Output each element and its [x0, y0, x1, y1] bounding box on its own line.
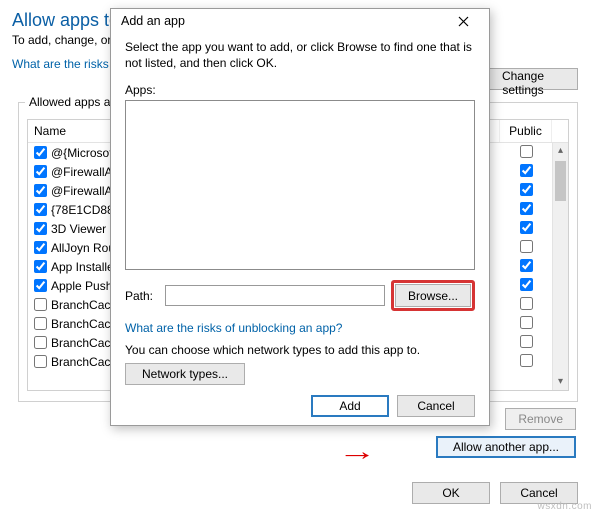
browse-button[interactable]: Browse...: [395, 284, 471, 307]
row-public-checkbox[interactable]: [520, 354, 533, 367]
row-enable-checkbox[interactable]: [34, 222, 47, 235]
row-enable-checkbox[interactable]: [34, 241, 47, 254]
row-enable-checkbox[interactable]: [34, 355, 47, 368]
row-enable-checkbox[interactable]: [34, 184, 47, 197]
row-enable-checkbox[interactable]: [34, 279, 47, 292]
row-public-checkbox[interactable]: [520, 145, 533, 158]
dialog-title: Add an app: [121, 14, 445, 28]
remove-button[interactable]: Remove: [505, 408, 576, 430]
dialog-titlebar: Add an app: [111, 9, 489, 33]
add-app-dialog: Add an app Select the app you want to ad…: [110, 8, 490, 426]
row-public-checkbox[interactable]: [520, 316, 533, 329]
row-enable-checkbox[interactable]: [34, 203, 47, 216]
vertical-scrollbar[interactable]: ▴ ▾: [552, 143, 568, 390]
row-name-label: BranchCach: [51, 317, 117, 331]
row-public-checkbox[interactable]: [520, 335, 533, 348]
row-public-checkbox[interactable]: [520, 183, 533, 196]
row-name-label: 3D Viewer: [51, 222, 106, 236]
apps-list-label: Apps:: [125, 83, 475, 97]
allow-another-app-button[interactable]: Allow another app...: [436, 436, 576, 458]
annotation-browse-highlight: Browse...: [391, 280, 475, 311]
network-types-button[interactable]: Network types...: [125, 363, 245, 385]
row-name-label: BranchCach: [51, 336, 117, 350]
dialog-cancel-button[interactable]: Cancel: [397, 395, 475, 417]
apps-listbox[interactable]: [125, 100, 475, 270]
annotation-arrow-icon: →: [338, 436, 377, 467]
row-enable-checkbox[interactable]: [34, 260, 47, 273]
row-public-checkbox[interactable]: [520, 240, 533, 253]
row-public-checkbox[interactable]: [520, 202, 533, 215]
row-enable-checkbox[interactable]: [34, 165, 47, 178]
row-enable-checkbox[interactable]: [34, 336, 47, 349]
row-public-checkbox[interactable]: [520, 221, 533, 234]
row-name-label: AllJoyn Rout: [51, 241, 118, 255]
close-icon: [458, 16, 469, 27]
row-public-checkbox[interactable]: [520, 164, 533, 177]
col-public[interactable]: Public: [500, 120, 552, 142]
row-public-checkbox[interactable]: [520, 278, 533, 291]
scroll-thumb[interactable]: [555, 161, 566, 201]
row-name-label: @{Microsoft: [51, 146, 116, 160]
row-enable-checkbox[interactable]: [34, 146, 47, 159]
path-input[interactable]: [165, 285, 385, 306]
ok-button[interactable]: OK: [412, 482, 490, 504]
close-button[interactable]: [445, 9, 481, 33]
row-name-label: BranchCach: [51, 298, 117, 312]
dialog-description: Select the app you want to add, or click…: [125, 39, 475, 71]
row-public-checkbox[interactable]: [520, 297, 533, 310]
group-label: Allowed apps an: [25, 95, 121, 109]
row-name-label: BranchCach: [51, 355, 117, 369]
unblock-risks-link[interactable]: What are the risks of unblocking an app?: [125, 321, 342, 335]
scroll-down-icon[interactable]: ▾: [553, 374, 568, 390]
row-enable-checkbox[interactable]: [34, 298, 47, 311]
row-public-checkbox[interactable]: [520, 259, 533, 272]
row-name-label: App Installer: [51, 260, 118, 274]
scroll-up-icon[interactable]: ▴: [553, 143, 568, 159]
row-enable-checkbox[interactable]: [34, 317, 47, 330]
add-button[interactable]: Add: [311, 395, 389, 417]
risks-link[interactable]: What are the risks: [12, 57, 109, 71]
watermark: wsxdn.com: [537, 501, 592, 512]
row-name-label: Apple Push: [51, 279, 112, 293]
network-types-description: You can choose which network types to ad…: [125, 343, 475, 357]
path-label: Path:: [125, 289, 157, 303]
